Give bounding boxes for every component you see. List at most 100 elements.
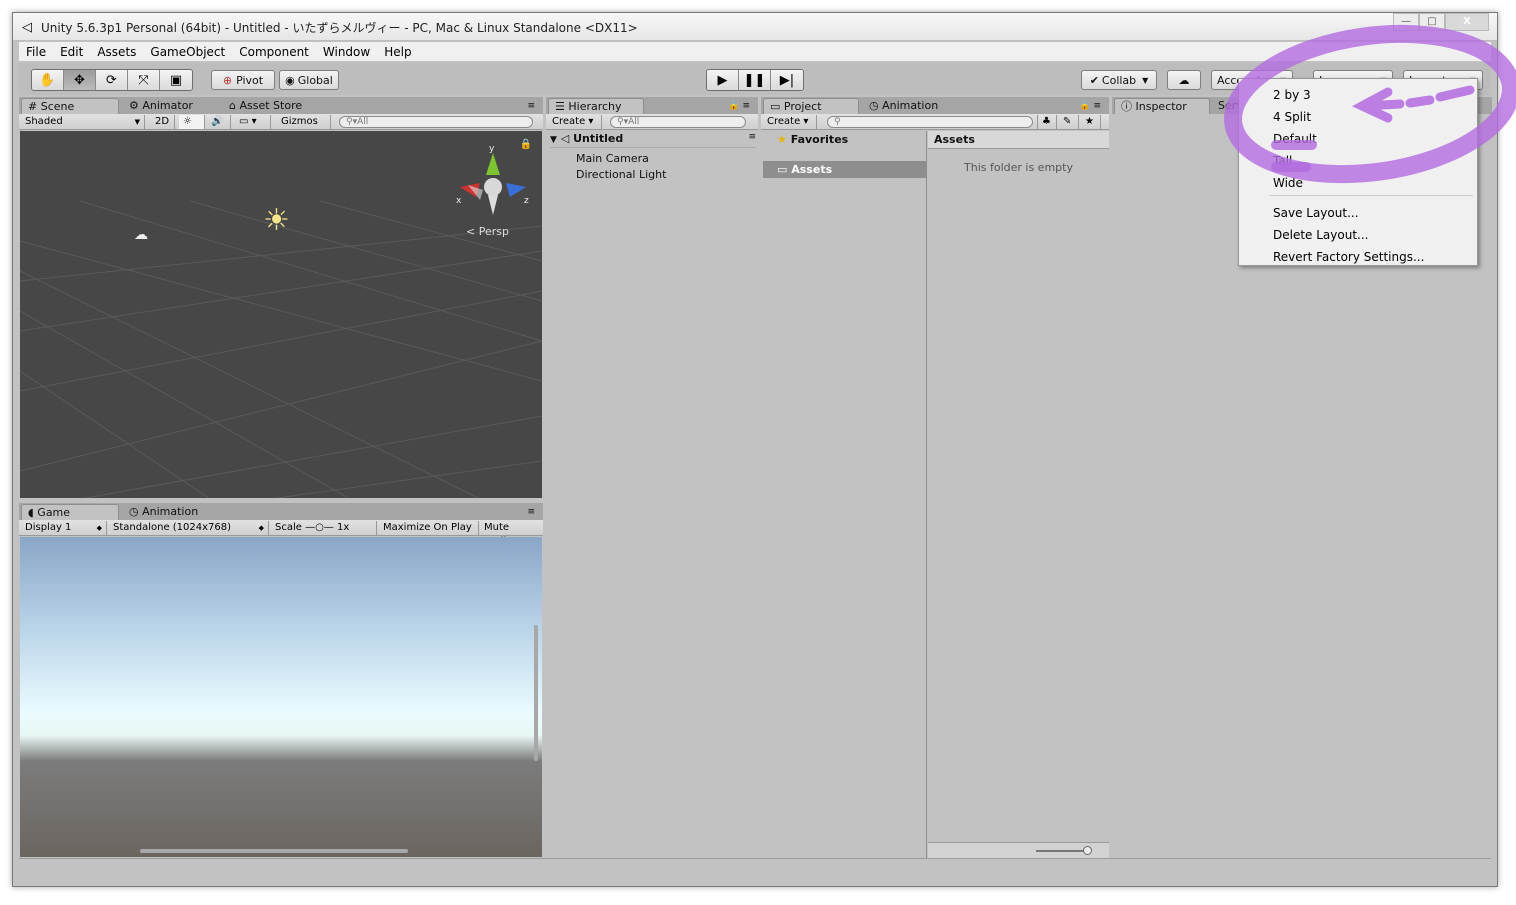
scale-tool-icon[interactable]: ⤧ [128, 70, 160, 90]
tab-project-label: Project [783, 100, 822, 113]
scene-root-row[interactable]: ▼ ◁ Untitled ≡ [550, 132, 756, 148]
save-layout-item[interactable]: Save Layout... [1273, 206, 1359, 220]
hierarchy-create-dropdown[interactable]: Create ▾ [548, 115, 602, 129]
row-menu-icon[interactable]: ≡ [748, 132, 756, 142]
icon-size-slider[interactable] [1036, 850, 1088, 852]
horizontal-scrollbar[interactable] [140, 849, 408, 853]
scene-root-label: Untitled [573, 132, 624, 145]
2d-toggle[interactable]: 2D [151, 115, 175, 129]
menu-component[interactable]: Component [232, 45, 316, 59]
delete-layout-item[interactable]: Delete Layout... [1273, 228, 1368, 242]
panel-menu-icon[interactable]: ≡ [521, 98, 541, 114]
close-button[interactable]: X [1445, 13, 1489, 31]
step-icon[interactable]: ▶| [771, 70, 803, 90]
persp-label[interactable]: < Persp [466, 225, 509, 238]
resolution-dropdown[interactable]: Standalone (1024x768) ◆ [109, 521, 269, 535]
hierarchy-item-main-camera[interactable]: Main Camera [576, 152, 649, 165]
filter-type-icon[interactable]: ♣ [1037, 115, 1057, 129]
minimize-button[interactable]: — [1393, 13, 1419, 31]
game-toolbar: Display 1 ◆ Standalone (1024x768) ◆ Scale … [19, 520, 543, 547]
shading-dropdown[interactable]: Shaded ▼ [21, 115, 145, 129]
move-tool-icon[interactable]: ✥ [64, 70, 96, 90]
favorites-label: Favorites [790, 133, 849, 146]
tab-animator-label: Animator [142, 99, 193, 112]
tab-animation[interactable]: ◷ Animation [123, 504, 204, 520]
tab-asset-store[interactable]: ⌂ Asset Store [223, 98, 308, 114]
maximize-button[interactable]: □ [1419, 13, 1445, 31]
pivot-button[interactable]: ⊕ Pivot [211, 70, 275, 90]
vertical-scrollbar[interactable] [534, 625, 538, 761]
global-button[interactable]: ◉ Global [279, 70, 339, 90]
menu-edit[interactable]: Edit [53, 45, 90, 59]
panel-menu-icon[interactable]: 🔒 ≡ [1073, 98, 1107, 114]
dropdown-arrow-icon: ▼ [134, 118, 140, 126]
tab-scene[interactable]: # Scene [21, 98, 119, 114]
directional-light-icon[interactable]: ☀ [263, 203, 290, 238]
cloud-button[interactable]: ☁ [1167, 70, 1201, 90]
favorite-star-icon[interactable]: ★ [1081, 115, 1101, 129]
menu-separator [1269, 195, 1473, 196]
clock-icon: ◷ [869, 99, 879, 112]
expand-arrow-icon: ▼ [550, 135, 557, 145]
filter-label-icon[interactable]: ✎ [1059, 115, 1079, 129]
gizmos-dropdown[interactable]: Gizmos ▾ [277, 115, 331, 141]
axis-x-label: x [456, 196, 462, 206]
tab-hierarchy[interactable]: ☰ Hierarchy [548, 98, 644, 114]
window-title: Unity 5.6.3p1 Personal (64bit) - Untitle… [41, 21, 638, 35]
maximize-on-play-toggle[interactable]: Maximize On Play [379, 521, 479, 535]
project-search-input[interactable]: ⚲ [827, 116, 1033, 128]
lighting-icon[interactable]: ☼ [179, 115, 205, 129]
panel-menu-icon[interactable]: ≡ [521, 504, 541, 520]
empty-folder-message: This folder is empty [964, 161, 1073, 174]
mute-audio-toggle[interactable]: Mute Audio [480, 521, 542, 547]
tab-project[interactable]: ▭ Project [763, 98, 859, 114]
rect-tool-icon[interactable]: ▣ [160, 70, 192, 90]
project-tab-row: ▭ Project ◷ Animation 🔒 ≡ [761, 97, 1109, 114]
hand-tool-icon[interactable]: ✋ [32, 70, 64, 90]
menu-file[interactable]: File [19, 45, 53, 59]
layout-item-default[interactable]: Default [1273, 132, 1317, 146]
panel-menu-icon[interactable]: 🔒 ≡ [722, 98, 756, 114]
tab-game[interactable]: ◖ Game [21, 504, 119, 520]
game-view[interactable] [20, 537, 542, 857]
camera-icon[interactable]: ☁ [134, 227, 148, 243]
tab-scene-label: Scene [40, 100, 75, 113]
revert-factory-settings-item[interactable]: Revert Factory Settings... [1273, 250, 1424, 264]
layout-item-2-by-3[interactable]: 2 by 3 [1273, 88, 1311, 102]
title-bar: ◁ Unity 5.6.3p1 Personal (64bit) - Untit… [13, 13, 1497, 41]
favorites-item[interactable]: ★ Favorites [777, 133, 848, 146]
tab-project-animation-label: Animation [882, 99, 939, 112]
audio-icon[interactable]: 🔊 [207, 115, 231, 129]
menu-help[interactable]: Help [377, 45, 418, 59]
star-icon: ★ [777, 133, 787, 146]
scene-view[interactable]: ☀ ☁ 🔒 y x z < Persp [20, 131, 542, 498]
collab-label: Collab [1101, 73, 1137, 87]
play-icon[interactable]: ▶ [707, 70, 739, 90]
shading-label: Shaded [25, 116, 63, 127]
animator-icon: ⚙ [129, 99, 139, 112]
orientation-gizmo[interactable]: y x z [448, 145, 538, 235]
menu-assets[interactable]: Assets [90, 45, 143, 59]
tab-project-animation[interactable]: ◷ Animation [863, 98, 944, 114]
pause-icon[interactable]: ❚❚ [739, 70, 771, 90]
layout-item-wide[interactable]: Wide [1273, 176, 1303, 190]
scale-slider[interactable]: Scale —○— 1x [271, 521, 377, 535]
collab-button[interactable]: ✔ Collab ▼ [1081, 70, 1157, 90]
project-create-dropdown[interactable]: Create ▾ [763, 115, 817, 129]
slider-thumb[interactable] [1083, 846, 1092, 855]
hierarchy-item-directional-light[interactable]: Directional Light [576, 168, 666, 181]
assets-folder-item[interactable]: ▭ Assets [763, 161, 926, 178]
layout-item-tall[interactable]: Tall [1273, 154, 1292, 168]
menu-window[interactable]: Window [316, 45, 377, 59]
project-toolbar: Create ▾ ⚲ ♣ ✎ ★ [761, 114, 1109, 130]
display-dropdown[interactable]: Display 1 ◆ [21, 521, 107, 535]
scene-search-input[interactable]: ⚲▾All [339, 116, 533, 128]
tab-inspector[interactable]: ⓘ Inspector [1114, 98, 1210, 114]
effects-icon[interactable]: ▭ ▾ [235, 115, 271, 129]
menu-gameobject[interactable]: GameObject [143, 45, 232, 59]
tab-animator[interactable]: ⚙ Animator [123, 98, 199, 114]
hierarchy-search-input[interactable]: ⚲▾All [610, 116, 746, 128]
rotate-tool-icon[interactable]: ⟳ [96, 70, 128, 90]
layout-item-4-split[interactable]: 4 Split [1273, 110, 1311, 124]
tab-game-label: Game [37, 506, 71, 519]
